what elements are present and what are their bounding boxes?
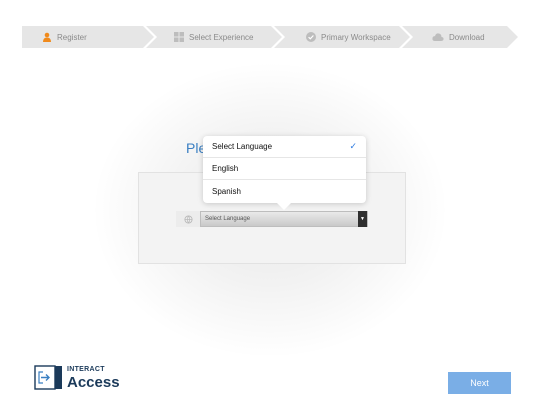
- step-primary-workspace[interactable]: Primary Workspace: [274, 26, 410, 48]
- chevron-down-icon[interactable]: ▼: [358, 211, 367, 227]
- translate-icon: [183, 214, 193, 224]
- logo-mark-icon: [34, 365, 62, 390]
- step-label: Download: [449, 32, 485, 42]
- option-select-language[interactable]: Select Language ✓: [203, 136, 366, 158]
- step-label: Register: [57, 32, 87, 42]
- option-label: English: [212, 164, 239, 173]
- language-dropdown: Select Language ✓ English Spanish: [203, 136, 366, 210]
- globe-icon: [176, 211, 200, 227]
- option-spanish[interactable]: Spanish: [203, 180, 366, 202]
- logo-text-top: INTERACT: [67, 366, 105, 373]
- progress-stepper: Register Select Experience Primary Works…: [22, 26, 518, 48]
- cloud-icon: [432, 32, 444, 42]
- option-label: Spanish: [212, 186, 241, 196]
- grid-icon: [174, 32, 184, 42]
- checkmark-icon: ✓: [349, 141, 357, 151]
- user-icon: [42, 32, 52, 42]
- step-register[interactable]: Register: [22, 26, 154, 48]
- step-download[interactable]: Download: [402, 26, 518, 48]
- check-circle-icon: [306, 32, 316, 42]
- option-english[interactable]: English: [203, 158, 366, 180]
- language-select[interactable]: Select Language ▼: [200, 211, 368, 227]
- logo-text-bottom: Access: [67, 374, 120, 391]
- option-label: Select Language: [212, 142, 273, 151]
- step-select-experience[interactable]: Select Experience: [146, 26, 282, 48]
- select-value: Select Language: [205, 216, 251, 222]
- step-label: Select Experience: [189, 32, 254, 42]
- next-button[interactable]: Next: [448, 372, 511, 394]
- step-label: Primary Workspace: [321, 32, 391, 42]
